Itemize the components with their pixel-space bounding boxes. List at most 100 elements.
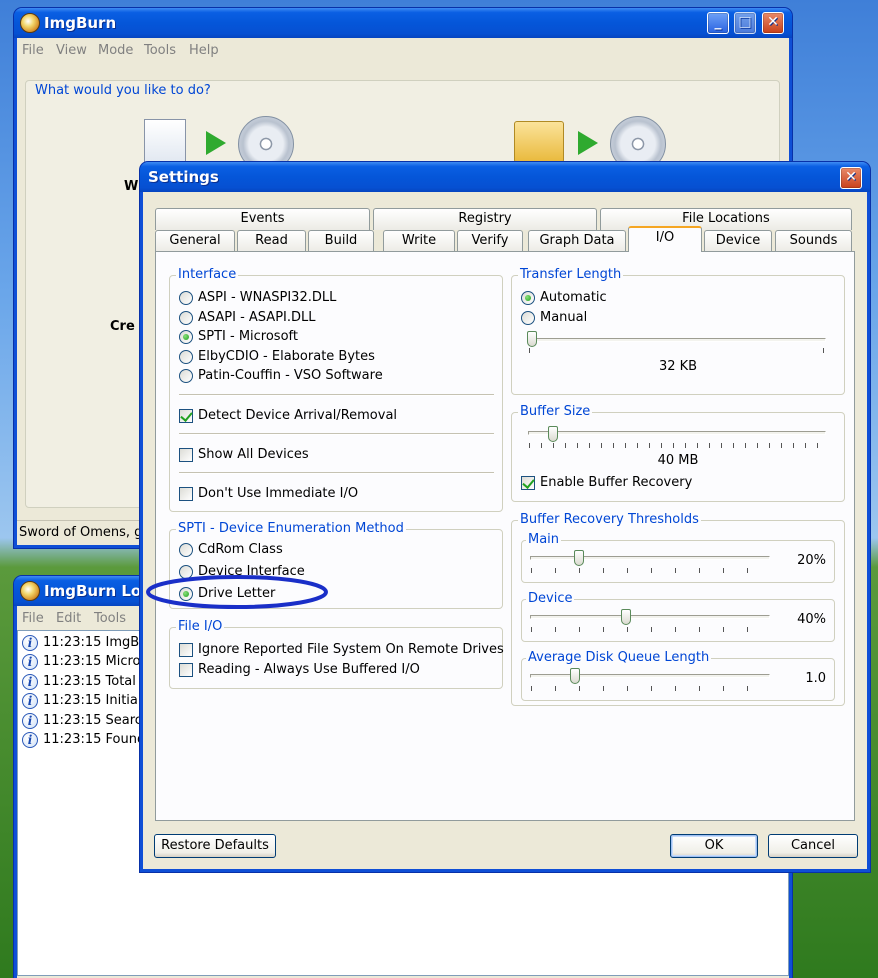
tab-io[interactable]: I/O (628, 226, 702, 252)
radio-control[interactable] (179, 291, 193, 305)
settings-title: Settings (148, 168, 219, 186)
main-window-title: ImgBurn (44, 14, 117, 32)
queue-length-group: Average Disk Queue Length 1.0 (521, 650, 835, 701)
main-title-bar[interactable]: ImgBurn _ □ ✕ (14, 8, 792, 38)
checkbox-control-checked[interactable] (179, 409, 193, 423)
main-threshold-ticks (531, 568, 771, 573)
device-threshold-ticks (531, 627, 771, 632)
main-threshold-slider-thumb[interactable] (574, 550, 584, 566)
tab-read[interactable]: Read (237, 230, 306, 252)
radio-control[interactable] (521, 311, 535, 325)
checkbox-control-checked[interactable] (521, 476, 535, 490)
menu-file[interactable]: File (22, 43, 44, 58)
tab-build[interactable]: Build (308, 230, 374, 252)
highlight-ellipse-annotation (146, 575, 328, 609)
settings-close-button[interactable]: ✕ (840, 167, 862, 189)
tab-graph-data[interactable]: Graph Data (528, 230, 626, 252)
status-text: Sword of Omens, giv (19, 525, 154, 540)
main-threshold-group: Main 20% (521, 532, 835, 583)
buffer-size-slider-thumb[interactable] (548, 426, 558, 442)
tab-write[interactable]: Write (383, 230, 455, 252)
cancel-button[interactable]: Cancel (768, 834, 858, 858)
radio-control[interactable] (179, 369, 193, 383)
device-threshold-slider-thumb[interactable] (621, 609, 631, 625)
queue-length-slider-thumb[interactable] (570, 668, 580, 684)
log-window-title: ImgBurn Log (44, 582, 152, 600)
menu-help[interactable]: Help (189, 43, 219, 58)
what-to-do-prompt: What would you like to do? (35, 83, 211, 98)
checkbox-control[interactable] (179, 448, 193, 462)
transfer-length-group: Transfer Length Automatic Manual 32 KB (511, 267, 845, 395)
imgburn-app-icon (20, 13, 40, 33)
checkbox-control[interactable] (179, 643, 193, 657)
buffer-recovery-thresholds-group: Buffer Recovery Thresholds Main 20% Devi… (511, 512, 845, 706)
restore-defaults-button[interactable]: Restore Defaults (154, 834, 276, 858)
tab-events[interactable]: Events (155, 208, 370, 230)
interface-group-label: Interface (176, 267, 239, 282)
file-io-group-label: File I/O (176, 619, 225, 634)
divider (179, 394, 494, 396)
log-menu-edit[interactable]: Edit (56, 611, 81, 626)
transfer-length-value: 32 KB (658, 359, 698, 374)
settings-title-bar[interactable]: Settings ✕ (140, 162, 870, 192)
main-threshold-label: Main (526, 532, 562, 547)
ok-button[interactable]: OK (670, 834, 758, 858)
folder-icon[interactable] (514, 121, 564, 163)
transfer-length-slider-thumb[interactable] (527, 331, 537, 347)
radio-control[interactable] (179, 543, 193, 557)
play-arrow-icon (206, 131, 226, 155)
info-icon: i (22, 713, 38, 729)
main-threshold-value: 20% (797, 553, 826, 568)
thresholds-group-label: Buffer Recovery Thresholds (518, 512, 701, 527)
slider-end-tick (823, 348, 824, 353)
info-icon: i (22, 674, 38, 690)
queue-length-value: 1.0 (805, 671, 826, 686)
settings-dialog: Settings ✕ Events Registry File Location… (140, 162, 870, 872)
radio-control-selected[interactable] (179, 330, 193, 344)
transfer-length-label: Transfer Length (518, 267, 624, 282)
minimize-button[interactable]: _ (707, 12, 729, 34)
tab-registry[interactable]: Registry (373, 208, 597, 230)
radio-control[interactable] (179, 311, 193, 325)
maximize-button[interactable]: □ (734, 12, 756, 34)
menu-tools[interactable]: Tools (144, 43, 176, 58)
queue-length-slider-track[interactable] (530, 674, 770, 678)
log-menu-file[interactable]: File (22, 611, 44, 626)
checkbox-control[interactable] (179, 663, 193, 677)
info-icon: i (22, 635, 38, 651)
device-threshold-slider-track[interactable] (530, 615, 770, 619)
menu-view[interactable]: View (56, 43, 87, 58)
slider-end-tick (529, 348, 530, 353)
tab-general[interactable]: General (155, 230, 235, 252)
radio-control-selected[interactable] (521, 291, 535, 305)
log-menu-tools[interactable]: Tools (94, 611, 126, 626)
radio-control[interactable] (179, 350, 193, 364)
device-threshold-label: Device (526, 591, 575, 606)
buffer-size-label: Buffer Size (518, 404, 593, 419)
buffer-size-group: Buffer Size 40 MB Enable Buffer Recovery (511, 404, 845, 502)
write-image-file-icon[interactable] (144, 119, 186, 167)
main-threshold-slider-track[interactable] (530, 556, 770, 560)
tab-sounds[interactable]: Sounds (775, 230, 852, 252)
divider (179, 472, 494, 474)
log-app-icon (20, 581, 40, 601)
menu-mode[interactable]: Mode (98, 43, 133, 58)
buffer-size-value: 40 MB (657, 453, 699, 468)
buffer-size-slider-track[interactable] (528, 431, 826, 435)
tab-device[interactable]: Device (704, 230, 772, 252)
device-threshold-value: 40% (797, 612, 826, 627)
tab-verify[interactable]: Verify (457, 230, 523, 252)
buffer-size-ticks (529, 443, 827, 448)
checkbox-control[interactable] (179, 487, 193, 501)
interface-group: Interface ASPI - WNASPI32.DLL ASAPI - AS… (169, 267, 503, 512)
settings-body: Events Registry File Locations General R… (143, 192, 867, 869)
write-mode-label[interactable]: W (124, 179, 138, 194)
close-button[interactable]: ✕ (762, 12, 784, 34)
file-io-group: File I/O Ignore Reported File System On … (169, 619, 504, 689)
spti-group-label: SPTI - Device Enumeration Method (176, 521, 406, 536)
queue-length-label: Average Disk Queue Length (526, 650, 712, 665)
divider (179, 433, 494, 435)
create-mode-label[interactable]: Cre (110, 319, 135, 334)
play-arrow-icon-2 (578, 131, 598, 155)
transfer-length-slider-track[interactable] (528, 338, 826, 342)
